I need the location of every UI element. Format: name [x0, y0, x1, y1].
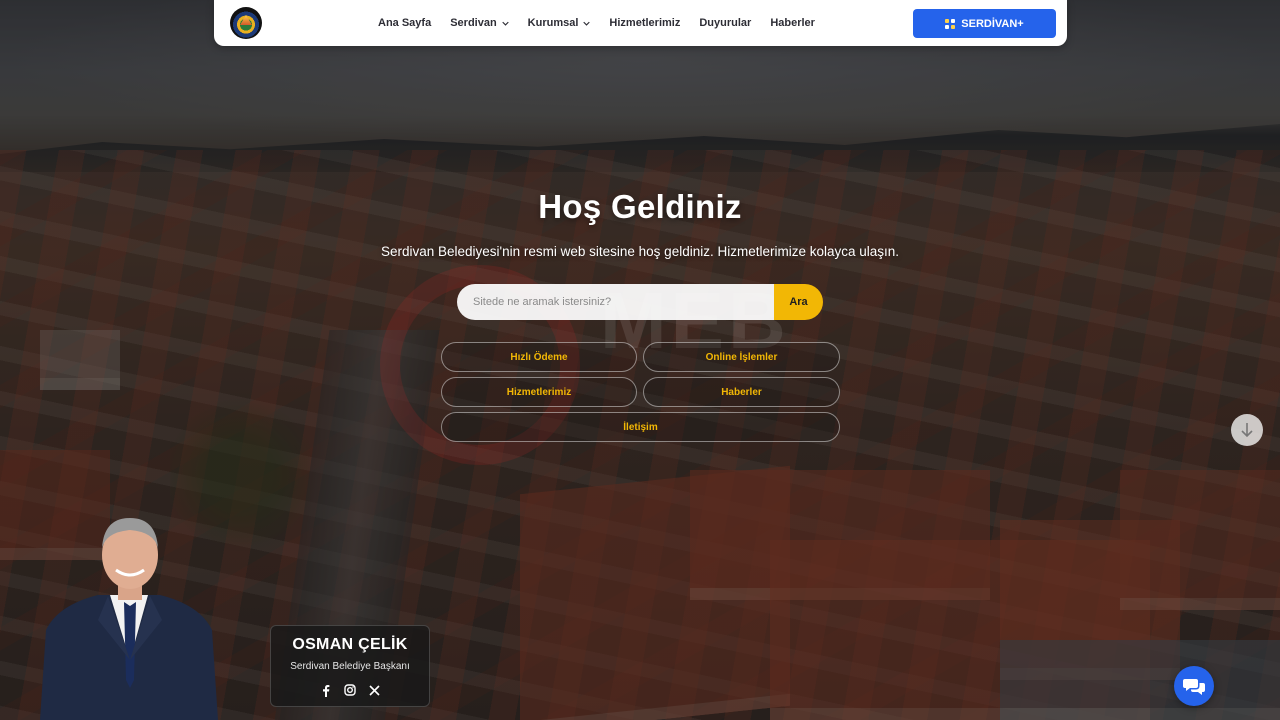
main-menu: Ana Sayfa Serdivan Kurumsal Hizmetlerimi… — [378, 0, 815, 46]
quick-link-iletisim[interactable]: İletişim — [441, 412, 840, 442]
nav-item-label: Ana Sayfa — [378, 17, 432, 29]
hero-subtitle: Serdivan Belediyesi'nin resmi web sitesi… — [380, 244, 900, 259]
chat-icon — [1183, 679, 1205, 695]
nav-item-duyurular[interactable]: Duyurular — [699, 17, 751, 29]
nav-item-label: Duyurular — [699, 17, 752, 29]
facebook-icon[interactable] — [320, 683, 332, 697]
quick-link-haberler[interactable]: Haberler — [643, 377, 840, 407]
search-button[interactable]: Ara — [774, 284, 823, 320]
cta-label: SERDİVAN+ — [961, 17, 1024, 30]
search-bar: Ara — [457, 284, 823, 320]
mayor-social-links — [271, 683, 429, 697]
arrow-down-icon — [1241, 423, 1253, 438]
quick-link-online-islemler[interactable]: Online İşlemler — [643, 342, 840, 372]
page-title: Hoş Geldiniz — [538, 188, 742, 225]
nav-item-label: Hizmetlerimiz — [609, 17, 681, 29]
logo-emblem-icon — [240, 15, 252, 25]
search-input[interactable] — [457, 284, 777, 320]
x-icon[interactable] — [368, 683, 380, 697]
serdivan-plus-button[interactable]: SERDİVAN+ — [913, 9, 1056, 38]
nav-item-haberler[interactable]: Haberler — [770, 17, 815, 29]
nav-item-label: Serdivan — [450, 17, 497, 29]
mayor-role: Serdivan Belediye Başkanı — [290, 661, 410, 672]
mayor-photo — [40, 518, 218, 720]
nav-item-serdivan[interactable]: Serdivan — [450, 17, 509, 29]
quick-link-hizli-odeme[interactable]: Hızlı Ödeme — [441, 342, 637, 372]
navbar: Ana Sayfa Serdivan Kurumsal Hizmetlerimi… — [214, 0, 1067, 46]
chevron-down-icon — [583, 21, 591, 26]
mayor-card: OSMAN ÇELİK Serdivan Belediye Başkanı — [270, 625, 430, 707]
nav-item-label: Haberler — [770, 17, 815, 29]
chevron-down-icon — [501, 21, 509, 26]
chat-button[interactable] — [1174, 666, 1214, 706]
scroll-down-button[interactable] — [1231, 414, 1263, 446]
nav-item-kurumsal[interactable]: Kurumsal — [528, 17, 591, 29]
mayor-name: OSMAN ÇELİK — [292, 636, 408, 653]
municipality-logo[interactable] — [230, 7, 262, 39]
instagram-icon[interactable] — [344, 683, 356, 697]
nav-item-label: Kurumsal — [527, 17, 579, 29]
nav-item-ana-sayfa[interactable]: Ana Sayfa — [378, 17, 431, 29]
grid-icon — [945, 18, 956, 29]
nav-item-hizmetlerimiz[interactable]: Hizmetlerimiz — [609, 17, 680, 29]
quick-link-hizmetlerimiz[interactable]: Hizmetlerimiz — [441, 377, 637, 407]
